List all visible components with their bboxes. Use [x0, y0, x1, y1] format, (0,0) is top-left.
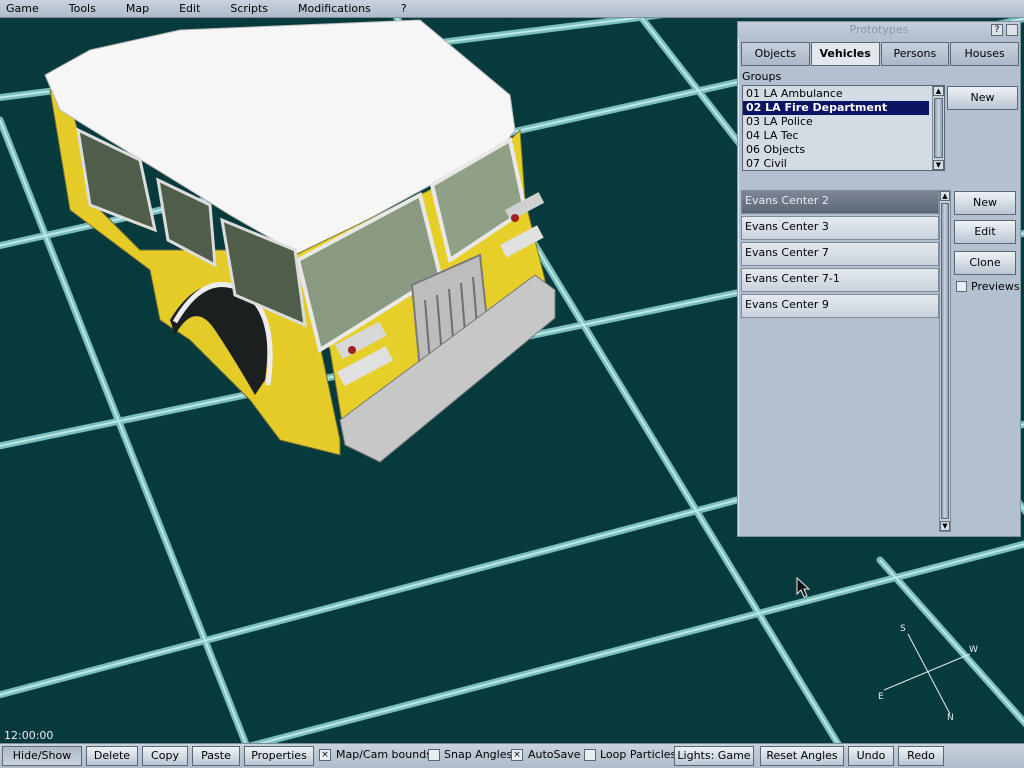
- vehicle-item[interactable]: Evans Center 3: [741, 216, 939, 240]
- vehicle-prototype-list[interactable]: Evans Center 2 Evans Center 3 Evans Cent…: [741, 190, 939, 320]
- tab-vehicles[interactable]: Vehicles: [810, 42, 880, 66]
- menu-scripts[interactable]: Scripts: [224, 0, 274, 18]
- group-item[interactable]: 07 Civil: [743, 157, 929, 170]
- group-item[interactable]: 04 LA Tec: [743, 129, 929, 143]
- tab-objects[interactable]: Objects: [741, 42, 810, 66]
- panel-title: Prototypes: [738, 22, 1020, 38]
- scroll-thumb[interactable]: [941, 203, 949, 519]
- menu-edit[interactable]: Edit: [173, 0, 206, 18]
- vehicle-item[interactable]: Evans Center 7: [741, 242, 939, 266]
- properties-button[interactable]: Properties: [244, 746, 314, 766]
- clone-vehicle-button[interactable]: Clone: [954, 251, 1016, 275]
- vehicle-item[interactable]: Evans Center 9: [741, 294, 939, 318]
- scroll-up-icon[interactable]: ▲: [940, 191, 950, 201]
- tab-persons[interactable]: Persons: [880, 42, 950, 66]
- map-cam-bounds-checkbox[interactable]: ×: [319, 749, 331, 761]
- loop-particles-checkbox[interactable]: [584, 749, 596, 761]
- autosave-checkbox[interactable]: ×: [511, 749, 523, 761]
- menu-help[interactable]: ?: [395, 0, 413, 18]
- scroll-thumb[interactable]: [934, 98, 943, 158]
- groups-scrollbar[interactable]: ▲ ▼: [932, 86, 944, 170]
- cursor-icon: [796, 576, 811, 602]
- previews-checkbox[interactable]: [956, 281, 967, 292]
- menu-game[interactable]: Game: [0, 0, 45, 18]
- new-group-button[interactable]: New: [947, 86, 1018, 110]
- compass-lines: [883, 633, 971, 715]
- menu-tools[interactable]: Tools: [63, 0, 102, 18]
- groups-label: Groups: [742, 70, 782, 83]
- map-cam-bounds-label: Map/Cam bounds: [336, 748, 432, 761]
- copy-button[interactable]: Copy: [142, 746, 188, 766]
- group-item-selected[interactable]: 02 LA Fire Department: [743, 101, 929, 115]
- scroll-up-icon[interactable]: ▲: [933, 86, 944, 96]
- scroll-down-icon[interactable]: ▼: [940, 521, 950, 531]
- group-item[interactable]: 06 Objects: [743, 143, 929, 157]
- group-item[interactable]: 03 LA Police: [743, 115, 929, 129]
- compass-east: E: [878, 692, 884, 702]
- scroll-down-icon[interactable]: ▼: [933, 160, 944, 170]
- vehicle-item[interactable]: Evans Center 7-1: [741, 268, 939, 292]
- groups-list[interactable]: 01 LA Ambulance 02 LA Fire Department 03…: [742, 85, 945, 171]
- new-vehicle-button[interactable]: New: [954, 191, 1016, 215]
- menu-bar: Game Tools Map Edit Scripts Modification…: [0, 0, 1024, 18]
- game-clock: 12:00:00: [4, 729, 54, 742]
- delete-button[interactable]: Delete: [86, 746, 138, 766]
- reset-angles-button[interactable]: Reset Angles: [760, 746, 844, 766]
- previews-label: Previews: [971, 280, 1020, 293]
- edit-vehicle-button[interactable]: Edit: [954, 220, 1016, 244]
- autosave-label: AutoSave: [528, 748, 581, 761]
- bottom-toolbar: Hide/Show Delete Copy Paste Properties ×…: [0, 743, 1024, 768]
- vehicle-item-selected[interactable]: Evans Center 2: [741, 190, 939, 214]
- redo-button[interactable]: Redo: [898, 746, 944, 766]
- snap-angles-label: Snap Angles: [444, 748, 513, 761]
- snap-angles-checkbox[interactable]: [428, 749, 440, 761]
- undo-button[interactable]: Undo: [848, 746, 894, 766]
- compass-west: W: [969, 645, 978, 655]
- vehicles-scrollbar[interactable]: ▲ ▼: [939, 190, 951, 532]
- lights-button[interactable]: Lights: Game: [674, 746, 754, 766]
- help-button[interactable]: ?: [991, 24, 1003, 36]
- menu-modifications[interactable]: Modifications: [292, 0, 377, 18]
- hide-show-button[interactable]: Hide/Show: [2, 746, 82, 766]
- menu-map[interactable]: Map: [120, 0, 155, 18]
- prototypes-panel: Prototypes ? Objects Vehicles Persons Ho…: [737, 21, 1021, 537]
- paste-button[interactable]: Paste: [192, 746, 240, 766]
- loop-particles-label: Loop Particles: [600, 748, 677, 761]
- tab-houses[interactable]: Houses: [950, 42, 1019, 66]
- group-item[interactable]: 01 LA Ambulance: [743, 87, 929, 101]
- maximize-button[interactable]: [1006, 24, 1018, 36]
- prototype-tabs: Objects Vehicles Persons Houses: [741, 42, 1019, 66]
- compass: S W E N: [870, 620, 990, 730]
- compass-south: S: [900, 624, 906, 634]
- compass-north: N: [947, 713, 954, 723]
